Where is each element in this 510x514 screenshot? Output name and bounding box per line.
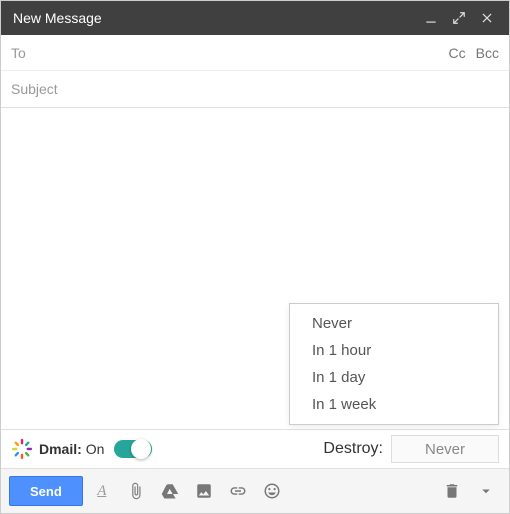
- window-title: New Message: [13, 10, 413, 26]
- destroy-option-1day[interactable]: In 1 day: [290, 364, 498, 391]
- dmail-toggle[interactable]: [114, 440, 152, 458]
- destroy-option-never[interactable]: Never: [290, 310, 498, 337]
- toolbar: Send A: [1, 469, 509, 513]
- attach-button[interactable]: [121, 476, 151, 506]
- compose-window: New Message Cc Bcc Never In 1 hour In 1 …: [0, 0, 510, 514]
- to-row: Cc Bcc: [1, 35, 509, 71]
- link-button[interactable]: [223, 476, 253, 506]
- send-button[interactable]: Send: [9, 476, 83, 506]
- destroy-option-1hour[interactable]: In 1 hour: [290, 337, 498, 364]
- header-fields: Cc Bcc: [1, 35, 509, 108]
- more-button[interactable]: [471, 476, 501, 506]
- destroy-option-1week[interactable]: In 1 week: [290, 391, 498, 418]
- message-body[interactable]: Never In 1 hour In 1 day In 1 week: [1, 108, 509, 429]
- emoji-button[interactable]: [257, 476, 287, 506]
- toggle-knob: [131, 439, 151, 459]
- delete-button[interactable]: [437, 476, 467, 506]
- dmail-state: On: [86, 441, 105, 457]
- formatting-button[interactable]: A: [87, 476, 117, 506]
- subject-input[interactable]: [11, 81, 499, 97]
- minimize-button[interactable]: [421, 8, 441, 28]
- dmail-label-text: Dmail:: [39, 441, 82, 457]
- cc-bcc-group: Cc Bcc: [449, 45, 499, 61]
- dmail-label: Dmail: On: [39, 441, 104, 457]
- cc-link[interactable]: Cc: [449, 45, 466, 61]
- bcc-link[interactable]: Bcc: [476, 45, 499, 61]
- expand-button[interactable]: [449, 8, 469, 28]
- dmail-bar: Dmail: On Destroy: Never: [1, 429, 509, 469]
- to-input[interactable]: [11, 45, 449, 61]
- destroy-select[interactable]: Never: [391, 435, 499, 463]
- drive-button[interactable]: [155, 476, 185, 506]
- titlebar: New Message: [1, 1, 509, 35]
- photo-button[interactable]: [189, 476, 219, 506]
- subject-row: [1, 71, 509, 107]
- close-button[interactable]: [477, 8, 497, 28]
- destroy-label: Destroy:: [323, 440, 383, 458]
- dmail-logo-icon: [11, 438, 33, 460]
- destroy-dropdown: Never In 1 hour In 1 day In 1 week: [289, 303, 499, 425]
